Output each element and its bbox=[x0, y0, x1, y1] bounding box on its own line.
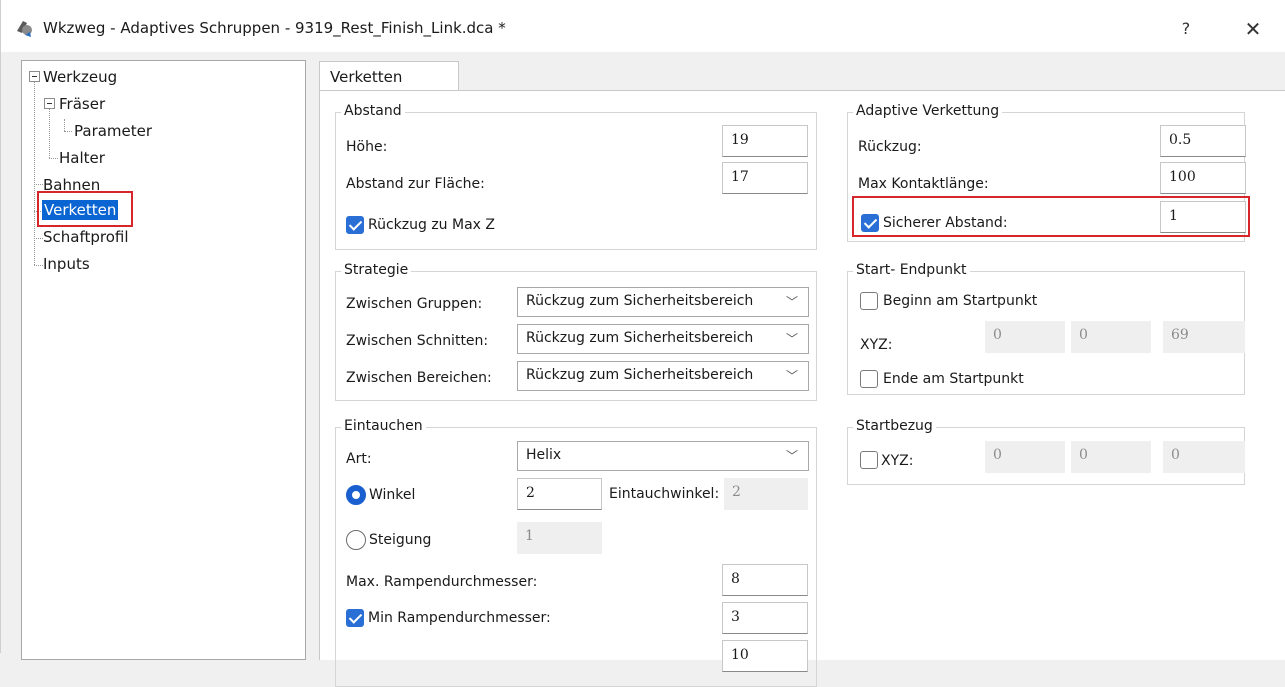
tree-item-inputs[interactable]: Inputs bbox=[43, 254, 90, 274]
chevron-down-icon: ﹀ bbox=[785, 369, 798, 383]
min-rampendurchmesser-checkbox[interactable] bbox=[346, 609, 364, 627]
min-rampendurchmesser-label: Min Rampendurchmesser: bbox=[368, 610, 551, 626]
zwischen-schnitten-value: Rückzug zum Sicherheitsbereich bbox=[526, 330, 754, 346]
verketten-panel: Abstand Höhe: 19 Abstand zur Fläche: 17 … bbox=[319, 90, 1285, 687]
group-title-adaptive: Adaptive Verkettung bbox=[853, 103, 1003, 119]
min-rampendurchmesser-input[interactable]: 3 bbox=[722, 602, 808, 634]
abstand-flaeche-label: Abstand zur Fläche: bbox=[346, 176, 485, 192]
zwischen-schnitten-label: Zwischen Schnitten: bbox=[346, 333, 489, 349]
group-start-endpunkt: Start- Endpunkt Beginn am Startpunkt XYZ… bbox=[847, 262, 1245, 395]
ende-startpunkt-label: Ende am Startpunkt bbox=[883, 371, 1024, 387]
tree-line bbox=[64, 119, 65, 131]
tree-item-werkzeug[interactable]: Werkzeug bbox=[43, 67, 117, 87]
startbezug-xyz-checkbox[interactable] bbox=[860, 451, 878, 469]
startbezug-x-input: 0 bbox=[985, 441, 1065, 473]
zwischen-gruppen-value: Rückzug zum Sicherheitsbereich bbox=[526, 293, 754, 309]
app-icon bbox=[17, 21, 32, 37]
hoehe-input[interactable]: 19 bbox=[722, 125, 808, 157]
tree-item-parameter[interactable]: Parameter bbox=[74, 121, 152, 141]
start-z-input: 69 bbox=[1163, 321, 1245, 353]
zwischen-gruppen-select[interactable]: Rückzug zum Sicherheitsbereich ﹀ bbox=[517, 287, 809, 317]
tree-item-schaftprofil[interactable]: Schaftprofil bbox=[43, 227, 129, 247]
art-value: Helix bbox=[526, 447, 562, 463]
group-title-start-endpunkt: Start- Endpunkt bbox=[853, 262, 970, 278]
beginn-startpunkt-checkbox[interactable] bbox=[860, 292, 878, 310]
group-abstand: Abstand Höhe: 19 Abstand zur Fläche: 17 … bbox=[335, 103, 817, 250]
tree-line bbox=[34, 265, 43, 266]
winkel-input[interactable]: 2 bbox=[517, 478, 602, 510]
steigung-label: Steigung bbox=[369, 532, 432, 548]
beginn-startpunkt-label: Beginn am Startpunkt bbox=[883, 293, 1038, 309]
start-x-input: 0 bbox=[985, 321, 1065, 353]
rueckzug-max-z-label: Rückzug zu Max Z bbox=[368, 217, 495, 233]
chevron-down-icon: ﹀ bbox=[785, 449, 798, 463]
zwischen-gruppen-label: Zwischen Gruppen: bbox=[346, 296, 483, 312]
group-startbezug: Startbezug XYZ: 0 0 0 bbox=[847, 418, 1245, 485]
zwischen-bereichen-label: Zwischen Bereichen: bbox=[346, 370, 492, 386]
tree-line bbox=[49, 158, 58, 159]
eintauchwinkel-input: 2 bbox=[724, 478, 808, 510]
steigung-input: 1 bbox=[517, 522, 602, 554]
tree-line bbox=[49, 109, 50, 158]
dialog-window: Wkzweg - Adaptives Schruppen - 9319_Rest… bbox=[0, 0, 1285, 687]
xyz-label: XYZ: bbox=[860, 337, 893, 353]
ende-startpunkt-checkbox[interactable] bbox=[860, 370, 878, 388]
zwischen-schnitten-select[interactable]: Rückzug zum Sicherheitsbereich ﹀ bbox=[517, 324, 809, 354]
startbezug-z-input: 0 bbox=[1163, 441, 1245, 473]
max-kontaktlaenge-label: Max Kontaktlänge: bbox=[858, 176, 989, 192]
help-button[interactable]: ? bbox=[1171, 16, 1201, 42]
group-eintauchen: Eintauchen Art: Helix ﹀ Winkel 2 Eintauc… bbox=[335, 418, 817, 687]
title-bar: Wkzweg - Adaptives Schruppen - 9319_Rest… bbox=[1, 0, 1285, 52]
chevron-down-icon: ﹀ bbox=[785, 295, 798, 309]
rueckzug-max-z-checkbox[interactable] bbox=[346, 216, 364, 234]
start-y-input: 0 bbox=[1071, 321, 1151, 353]
art-select[interactable]: Helix ﹀ bbox=[517, 441, 809, 471]
tab-verketten[interactable]: Verketten bbox=[319, 61, 459, 91]
tree-line bbox=[34, 238, 43, 239]
zwischen-bereichen-value: Rückzug zum Sicherheitsbereich bbox=[526, 367, 754, 383]
winkel-label: Winkel bbox=[369, 487, 416, 503]
highlight-box-verketten bbox=[37, 191, 133, 227]
tree-item-fraeser[interactable]: Fräser bbox=[59, 94, 105, 114]
navigation-tree[interactable]: Werkzeug Fräser Parameter Halter Bahnen … bbox=[21, 60, 306, 660]
group-title-strategie: Strategie bbox=[341, 262, 412, 278]
winkel-radio[interactable] bbox=[346, 485, 366, 505]
tree-line bbox=[34, 184, 43, 185]
startbezug-xyz-label: XYZ: bbox=[881, 453, 914, 469]
zwischen-bereichen-select[interactable]: Rückzug zum Sicherheitsbereich ﹀ bbox=[517, 361, 809, 391]
max-kontaktlaenge-input[interactable]: 100 bbox=[1160, 162, 1246, 194]
window-title: Wkzweg - Adaptives Schruppen - 9319_Rest… bbox=[43, 19, 506, 37]
tree-item-halter[interactable]: Halter bbox=[59, 148, 105, 168]
group-title-eintauchen: Eintauchen bbox=[341, 418, 426, 434]
max-rampendurchmesser-input[interactable]: 8 bbox=[722, 564, 808, 596]
collapse-icon[interactable] bbox=[29, 71, 40, 82]
tree-line bbox=[64, 131, 72, 132]
highlight-box-sicherer-abstand bbox=[852, 196, 1250, 237]
rueckzug-input[interactable]: 0.5 bbox=[1160, 125, 1246, 157]
startbezug-y-input: 0 bbox=[1071, 441, 1151, 473]
art-label: Art: bbox=[346, 451, 372, 467]
rueckzug-label: Rückzug: bbox=[858, 139, 922, 155]
group-title-startbezug: Startbezug bbox=[853, 418, 936, 434]
collapse-icon[interactable] bbox=[44, 98, 55, 109]
group-strategie: Strategie Zwischen Gruppen: Rückzug zum … bbox=[335, 262, 817, 401]
hoehe-label: Höhe: bbox=[346, 139, 388, 155]
group-title-abstand: Abstand bbox=[341, 103, 405, 119]
close-button[interactable]: ✕ bbox=[1237, 14, 1269, 44]
partial-input[interactable]: 10 bbox=[722, 640, 808, 672]
max-rampendurchmesser-label: Max. Rampendurchmesser: bbox=[346, 574, 538, 590]
steigung-radio[interactable] bbox=[346, 530, 366, 550]
abstand-flaeche-input[interactable]: 17 bbox=[722, 162, 808, 194]
eintauchwinkel-label: Eintauchwinkel: bbox=[609, 486, 720, 502]
chevron-down-icon: ﹀ bbox=[785, 332, 798, 346]
